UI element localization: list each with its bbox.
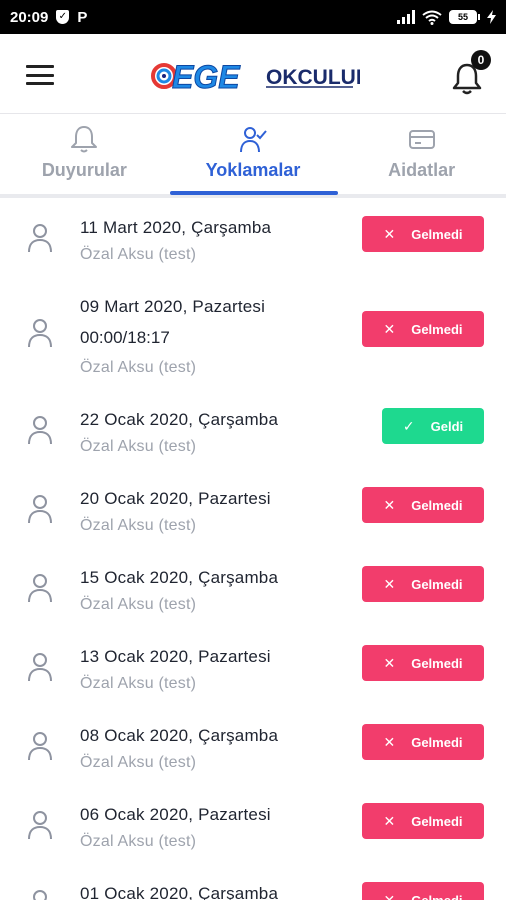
- attendance-row[interactable]: 11 Mart 2020, Çarşamba Özal Aksu (test) ✕ G…: [0, 198, 506, 277]
- battery-icon: 55: [449, 10, 480, 24]
- status-label: Gelmedi: [411, 813, 463, 829]
- notification-badge: 0: [471, 50, 491, 70]
- attendance-row[interactable]: 13 Ocak 2020, Pazartesi Özal Aksu (test) ✕…: [0, 627, 506, 706]
- wifi-icon: [422, 10, 442, 25]
- person-icon: [26, 809, 54, 841]
- attendance-row[interactable]: 15 Ocak 2020, Çarşamba Özal Aksu (test) ✕ G…: [0, 548, 506, 627]
- card-icon: [408, 130, 435, 149]
- user-check-icon: [240, 127, 267, 153]
- tab-label: Duyurular: [41, 160, 127, 180]
- parking-icon: P: [77, 8, 88, 26]
- absent-status-button[interactable]: ✕ Gelmedi: [362, 566, 484, 602]
- signal-icon: [397, 10, 415, 24]
- close-icon: ✕: [383, 575, 396, 592]
- attendance-user: Özal Aksu (test): [80, 359, 197, 376]
- person-icon: [26, 317, 54, 349]
- attendance-row[interactable]: 09 Mart 2020, Pazartesi 00:00/18:17 Özal A…: [0, 277, 506, 390]
- status-time: 20:09: [10, 8, 49, 26]
- menu-icon: [26, 65, 54, 68]
- battery-level: 55: [449, 10, 477, 24]
- absent-status-button[interactable]: ✕ Gelmedi: [362, 882, 484, 900]
- close-icon: ✕: [383, 812, 396, 829]
- tab-bar: Duyurular Yoklamalar Aidatlar: [0, 114, 506, 198]
- absent-status-button[interactable]: ✕ Gelmedi: [362, 487, 484, 523]
- attendance-list[interactable]: 11 Mart 2020, Çarşamba Özal Aksu (test) ✕ G…: [0, 198, 506, 900]
- person-icon: [26, 222, 54, 254]
- active-tab-indicator: [170, 191, 338, 195]
- status-label: Gelmedi: [411, 734, 463, 750]
- absent-status-button[interactable]: ✕ Gelmedi: [362, 803, 484, 839]
- tab-yoklamalar[interactable]: Yoklamalar: [169, 114, 338, 194]
- charging-icon: [487, 10, 496, 24]
- absent-status-button[interactable]: ✕ Gelmedi: [362, 724, 484, 760]
- attendance-row[interactable]: 22 Ocak 2020, Çarşamba Özal Aksu (test) ✓ G…: [0, 390, 506, 469]
- close-icon: ✕: [383, 496, 396, 513]
- check-icon: ✓: [402, 417, 415, 434]
- absent-status-button[interactable]: ✕ Gelmedi: [362, 645, 484, 681]
- ege-okculuk-logo: EGE OKCULUK: [151, 59, 360, 96]
- person-icon: [26, 651, 54, 683]
- bell-icon: [71, 126, 98, 153]
- attendance-row[interactable]: 08 Ocak 2020, Çarşamba Özal Aksu (test) ✕ G…: [0, 706, 506, 785]
- menu-button[interactable]: [26, 65, 54, 85]
- status-label: Gelmedi: [411, 321, 463, 337]
- person-icon: [26, 888, 54, 900]
- person-icon: [26, 730, 54, 762]
- close-icon: ✕: [383, 733, 396, 750]
- absent-status-button[interactable]: ✕ Gelmedi: [362, 311, 484, 347]
- close-icon: ✕: [383, 891, 396, 900]
- close-icon: ✕: [383, 225, 396, 242]
- tab-duyurular[interactable]: Duyurular: [0, 114, 169, 194]
- person-icon: [26, 572, 54, 604]
- status-label: Gelmedi: [411, 576, 463, 592]
- app-header: EGE OKCULUK 0: [0, 34, 506, 114]
- status-bar: 20:09 ✓ P 55: [0, 0, 506, 34]
- close-icon: ✕: [383, 320, 396, 337]
- person-icon: [26, 493, 54, 525]
- close-icon: ✕: [383, 654, 396, 671]
- status-label: Gelmedi: [411, 226, 463, 242]
- tab-aidatlar[interactable]: Aidatlar: [337, 114, 506, 194]
- status-label: Gelmedi: [411, 892, 463, 900]
- logo-text: EGE: [172, 59, 241, 95]
- person-icon: [26, 414, 54, 446]
- notifications-button[interactable]: 0: [452, 50, 492, 96]
- attendance-row[interactable]: 20 Ocak 2020, Pazartesi Özal Aksu (test) ✕…: [0, 469, 506, 548]
- absent-status-button[interactable]: ✕ Gelmedi: [362, 216, 484, 252]
- tab-label: Yoklamalar: [205, 160, 301, 180]
- logo-subtext: OKCULUK: [266, 66, 360, 89]
- status-label: Gelmedi: [411, 497, 463, 513]
- shield-icon: ✓: [56, 10, 70, 24]
- status-label: Gelmedi: [411, 655, 463, 671]
- tab-label: Aidatlar: [388, 160, 456, 180]
- attendance-row[interactable]: 01 Ocak 2020, Çarşamba ✕ Gelmedi: [0, 864, 506, 900]
- status-label: Geldi: [430, 418, 464, 434]
- attendance-row[interactable]: 06 Ocak 2020, Pazartesi Özal Aksu (test) ✕…: [0, 785, 506, 864]
- present-status-button[interactable]: ✓ Geldi: [382, 408, 484, 444]
